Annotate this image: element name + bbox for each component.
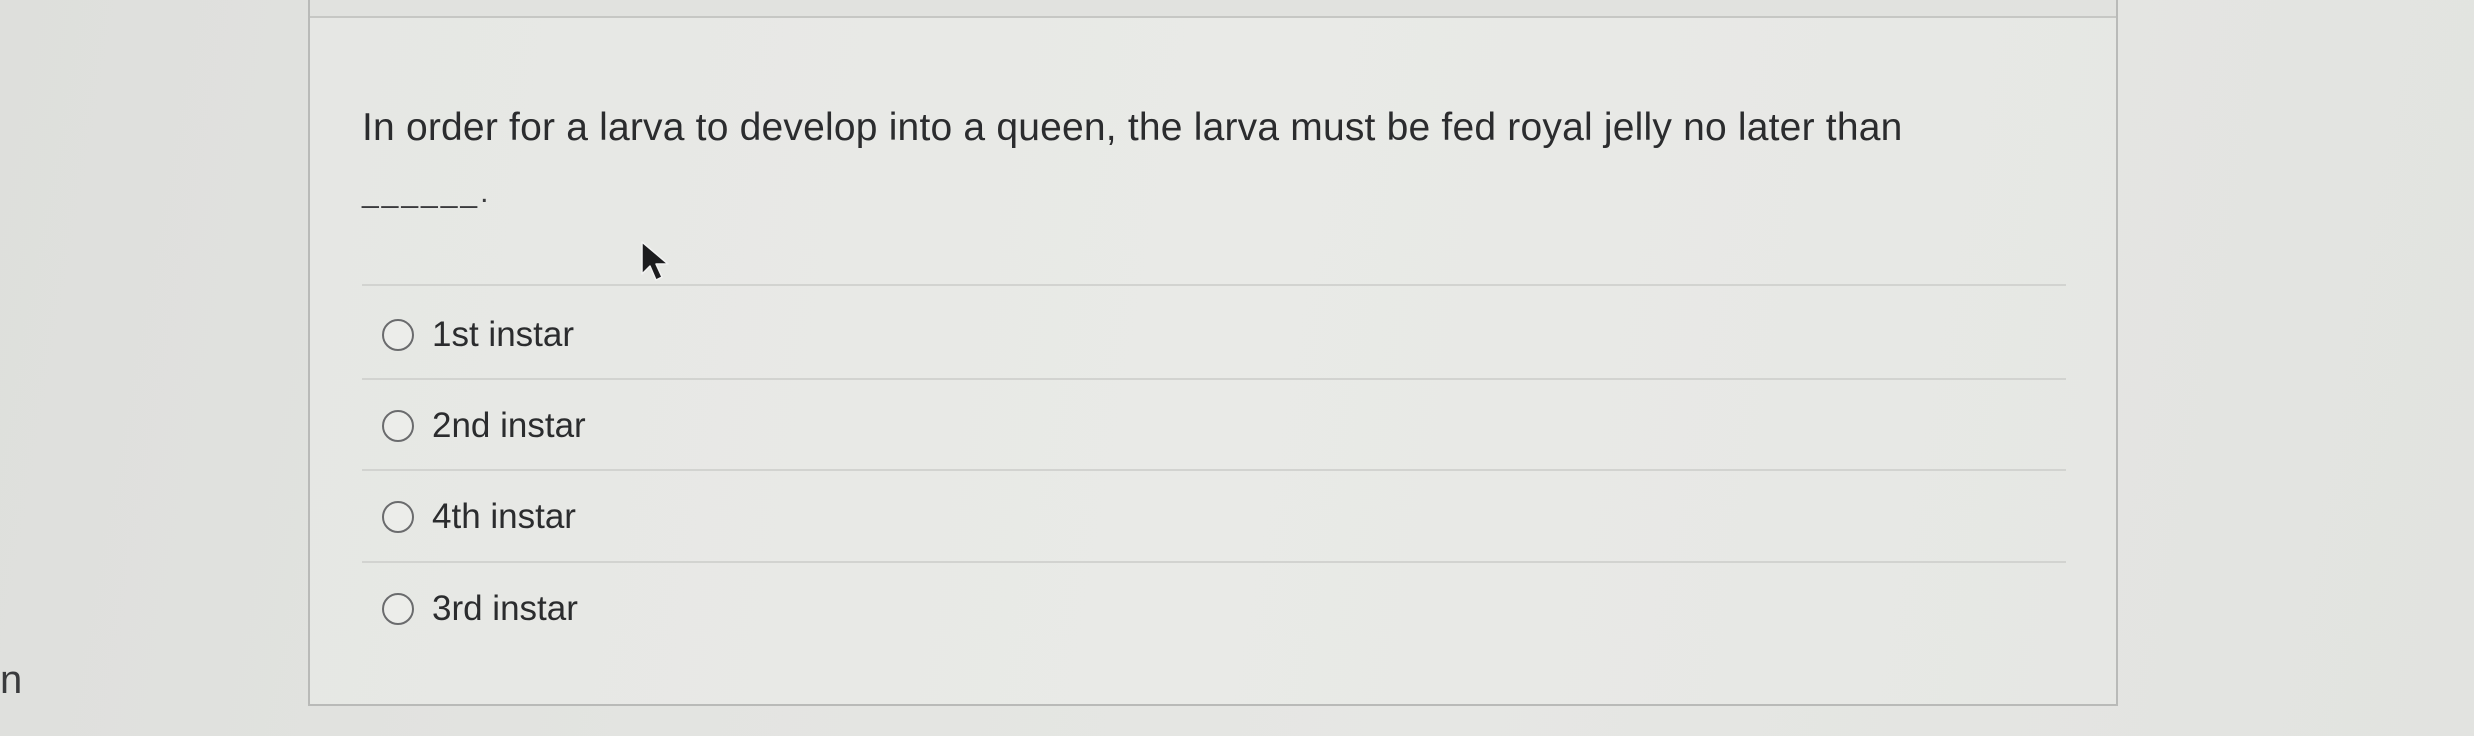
divider xyxy=(362,561,2066,563)
radio-unchecked-icon[interactable] xyxy=(382,501,414,533)
radio-unchecked-icon[interactable] xyxy=(382,410,414,442)
divider xyxy=(362,469,2066,471)
answer-option-label: 2nd instar xyxy=(432,406,586,445)
divider xyxy=(362,378,2066,380)
divider xyxy=(362,284,2066,286)
quiz-question-panel: In order for a larva to develop into a q… xyxy=(308,0,2118,706)
answer-option-2[interactable]: 2nd instar xyxy=(362,381,2066,471)
panel-top-strip xyxy=(310,0,2116,18)
mouse-pointer-icon xyxy=(641,241,669,281)
question-text: In order for a larva to develop into a q… xyxy=(362,106,1903,149)
edge-text: n xyxy=(0,658,23,702)
answer-option-label: 1st instar xyxy=(432,315,574,354)
radio-unchecked-icon[interactable] xyxy=(382,319,414,351)
radio-unchecked-icon[interactable] xyxy=(382,593,414,625)
answer-option-label: 4th instar xyxy=(432,497,576,536)
answer-option-4[interactable]: 3rd instar xyxy=(362,564,2066,654)
answer-option-label: 3rd instar xyxy=(432,589,578,628)
answer-option-1[interactable]: 1st instar xyxy=(362,290,2066,380)
question-blank: ______. xyxy=(362,176,492,209)
answer-option-3[interactable]: 4th instar xyxy=(362,472,2066,562)
